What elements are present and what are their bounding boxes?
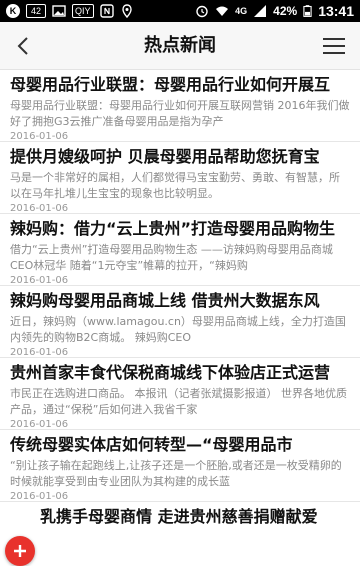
signal-icon	[254, 5, 267, 17]
nfc-icon	[99, 4, 114, 18]
news-summary: 借力“云上贵州”打造母婴用品购物生态 ——访辣妈购母婴用品商城CEO林冠华 随着…	[10, 243, 333, 272]
battery-percent: 42%	[273, 4, 298, 18]
location-icon	[121, 4, 132, 18]
news-item[interactable]: 辣妈购母婴用品商城上线 借贵州大数据东风 近日，辣妈购（www.lamagou.…	[0, 286, 360, 358]
news-title: 辣妈购：借力“云上贵州”打造母婴用品购物生	[10, 219, 336, 238]
back-button[interactable]	[6, 28, 42, 64]
hamburger-menu-icon	[323, 38, 345, 54]
status-bar: K 42 QIY 4G 42% 13:41	[0, 0, 360, 22]
battery-icon	[303, 5, 312, 17]
news-item[interactable]: 乳携手母婴商情 走进贵州慈善捐赠献爱	[0, 502, 360, 566]
plus-icon	[14, 545, 26, 557]
chevron-left-icon	[17, 37, 28, 55]
iqiyi-icon: QIY	[72, 4, 94, 18]
news-summary: 马是一个非常好的属相，人们都觉得马宝宝勤劳、勇敢、有智慧，所以在马年扎堆儿生宝宝…	[10, 171, 340, 200]
news-summary: 市民正在选购进口商品。 本报讯（记者张斌摄影报道） 世界各地优质产品，通过“保税…	[10, 387, 347, 416]
news-list[interactable]: 母婴用品行业联盟：母婴用品行业如何开展互 母婴用品行业联盟：母婴用品行业如何开展…	[0, 70, 360, 566]
news-title: 母婴用品行业联盟：母婴用品行业如何开展互	[10, 75, 331, 94]
clock: 13:41	[318, 3, 354, 19]
news-summary: “别让孩子输在起跑线上,让孩子还是一个胚胎,或者还是一枚受精卵的时候就能享受到由…	[10, 459, 342, 488]
page-title: 热点新闻	[144, 35, 216, 56]
network-type: 4G	[235, 6, 248, 16]
news-item[interactable]: 辣妈购：借力“云上贵州”打造母婴用品购物生 借力“云上贵州”打造母婴用品购物生态…	[0, 214, 360, 286]
news-item[interactable]: 贵州首家丰食代保税商城线下体验店正式运营 市民正在选购进口商品。 本报讯（记者张…	[0, 358, 360, 430]
news-item[interactable]: 母婴用品行业联盟：母婴用品行业如何开展互 母婴用品行业联盟：母婴用品行业如何开展…	[0, 70, 360, 142]
app-bar: 热点新闻	[0, 22, 360, 70]
wifi-icon	[216, 6, 229, 16]
news-title: 辣妈购母婴用品商城上线 借贵州大数据东风	[10, 291, 320, 310]
alarm-icon	[196, 5, 208, 18]
news-summary: 母婴用品行业联盟：母婴用品行业如何开展互联网营销 2016年我们做好了拥抱G3云…	[10, 99, 350, 128]
news-title: 乳携手母婴商情 走进贵州慈善捐赠献爱	[40, 507, 318, 526]
image-icon	[52, 5, 66, 17]
news-item[interactable]: 传统母婴实体店如何转型—“母婴用品市 “别让孩子输在起跑线上,让孩子还是一个胚胎…	[0, 430, 360, 502]
news-title: 提供月嫂级呵护 贝晨母婴用品帮助您抚育宝	[10, 147, 320, 166]
news-title: 传统母婴实体店如何转型—“母婴用品市	[10, 435, 293, 454]
notification-badge: 42	[26, 4, 46, 18]
app-notification-icon: K	[6, 4, 20, 18]
add-button[interactable]	[5, 536, 35, 566]
news-item[interactable]: 提供月嫂级呵护 贝晨母婴用品帮助您抚育宝 马是一个非常好的属相，人们都觉得马宝宝…	[0, 142, 360, 214]
menu-button[interactable]	[316, 28, 352, 64]
news-summary: 近日，辣妈购（www.lamagou.cn）母婴用品商城上线，全力打造国内领先的…	[10, 315, 346, 344]
news-title: 贵州首家丰食代保税商城线下体验店正式运营	[10, 363, 331, 382]
